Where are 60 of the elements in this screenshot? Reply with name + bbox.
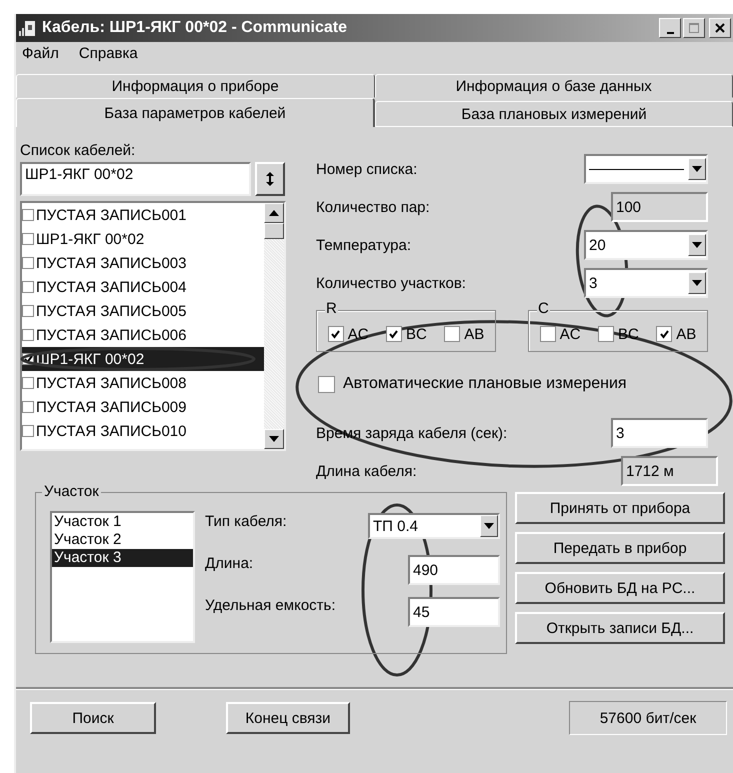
readonly-field: 100: [611, 192, 708, 222]
field-label: Номер списка:: [316, 160, 418, 178]
action-button[interactable]: Поиск: [30, 702, 156, 734]
list-item[interactable]: Участок 1: [52, 513, 193, 531]
checkbox-label: AB: [676, 326, 696, 342]
list-item[interactable]: ПУСТАЯ ЗАПИСЬ009: [22, 395, 264, 419]
checkbox-label: AB: [464, 326, 484, 342]
item-label: ПУСТАЯ ЗАПИСЬ005: [36, 302, 186, 320]
item-label: ШР1-ЯКГ 00*02: [36, 350, 144, 368]
list-item[interactable]: Участок 2: [52, 531, 193, 549]
list-item[interactable]: ПУСТАЯ ЗАПИСЬ005: [22, 299, 264, 323]
input-field[interactable]: 490: [408, 555, 500, 585]
tab[interactable]: Информация о приборе: [16, 74, 374, 98]
action-button[interactable]: Принять от прибора: [515, 492, 725, 524]
action-button[interactable]: Обновить БД на PC...: [515, 572, 725, 604]
checkbox-label: Автоматические плановые измерения: [343, 375, 627, 393]
checkbox-label: AC: [560, 326, 581, 342]
action-button[interactable]: Передать в прибор: [515, 532, 725, 564]
dropdown[interactable]: 3: [584, 268, 708, 298]
window-title: Кабель: ШР1-ЯКГ 00*02 - Communicate: [42, 19, 348, 37]
item-label: ПУСТАЯ ЗАПИСЬ010: [36, 422, 186, 440]
field-label: Количество пар:: [316, 198, 430, 216]
readonly-field: 1712 м: [621, 456, 718, 486]
list-item[interactable]: ПУСТАЯ ЗАПИСЬ010: [22, 419, 264, 443]
menu-item[interactable]: Справка: [78, 44, 138, 62]
action-button[interactable]: Открыть записи БД...: [515, 612, 725, 644]
field-label: Длина кабеля:: [316, 462, 417, 480]
list-item[interactable]: ПУСТАЯ ЗАПИСЬ004: [22, 275, 264, 299]
tab[interactable]: База параметров кабелей: [16, 98, 375, 127]
list-item[interactable]: ПУСТАЯ ЗАПИСЬ008: [22, 371, 264, 395]
list-item[interactable]: Участок 3: [52, 549, 193, 567]
status-field: 57600 бит/сек: [569, 701, 727, 735]
dropdown[interactable]: ТП 0.4: [368, 513, 500, 539]
item-label: ШР1-ЯКГ 00*02: [36, 230, 144, 248]
menu-item[interactable]: Файл: [22, 44, 59, 62]
item-label: ПУСТАЯ ЗАПИСЬ001: [36, 206, 186, 224]
action-button[interactable]: Конец связи: [226, 702, 350, 734]
item-label: ПУСТАЯ ЗАПИСЬ006: [36, 326, 186, 344]
input-field[interactable]: ШР1-ЯКГ 00*02: [20, 162, 251, 196]
field-label: Длина:: [205, 555, 254, 572]
input-field[interactable]: 45: [408, 597, 500, 627]
list-item[interactable]: ПУСТАЯ ЗАПИСЬ003: [22, 251, 264, 275]
field-label: Удельная емкость:: [205, 597, 336, 614]
item-label: ПУСТАЯ ЗАПИСЬ008: [36, 374, 186, 392]
item-label: ПУСТАЯ ЗАПИСЬ003: [36, 254, 186, 272]
checkbox-label: BC: [406, 326, 427, 342]
field-label: Температура:: [316, 236, 412, 254]
field-label: Тип кабеля:: [205, 513, 287, 530]
field-label: Количество участков:: [316, 274, 466, 292]
tab[interactable]: Информация о базе данных: [374, 74, 733, 98]
tab[interactable]: База плановых измерений: [375, 101, 733, 127]
list-item[interactable]: ПУСТАЯ ЗАПИСЬ001: [22, 203, 264, 227]
item-label: ПУСТАЯ ЗАПИСЬ004: [36, 278, 186, 296]
item-label: ПУСТАЯ ЗАПИСЬ009: [36, 398, 186, 416]
checkbox-label: AC: [348, 326, 369, 342]
list-item[interactable]: ПУСТАЯ ЗАПИСЬ006: [22, 323, 264, 347]
list-item[interactable]: ШР1-ЯКГ 00*02: [22, 227, 264, 251]
field-label: Список кабелей:: [20, 142, 136, 161]
dropdown[interactable]: 20: [584, 230, 708, 260]
input-field[interactable]: 3: [611, 418, 708, 448]
